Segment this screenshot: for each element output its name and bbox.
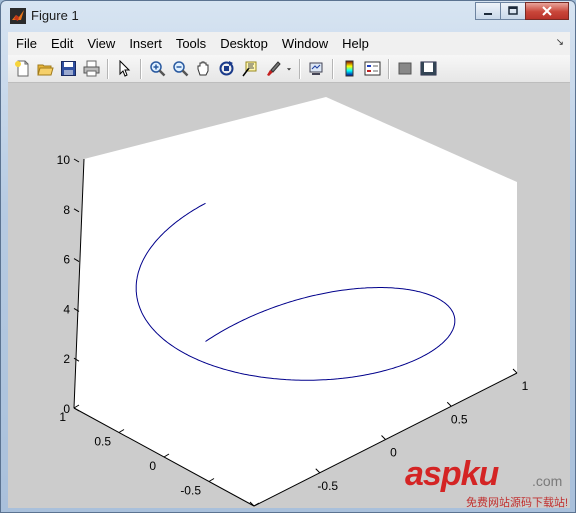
menu-help[interactable]: Help (335, 32, 376, 55)
menu-window[interactable]: Window (275, 32, 335, 55)
figure-window: Figure 1 File Edit View Insert Tools Des… (0, 0, 576, 513)
zoom-in-button[interactable] (146, 58, 168, 80)
x-tick-label: 0.5 (451, 412, 468, 426)
menu-file[interactable]: File (8, 32, 44, 55)
legend-button[interactable] (361, 58, 383, 80)
menu-edit[interactable]: Edit (44, 32, 80, 55)
figure-client-area: File Edit View Insert Tools Desktop Wind… (8, 32, 570, 508)
toolbar-separator (107, 58, 109, 79)
toolbar-separator (332, 58, 334, 79)
x-tick-label: -0.5 (317, 479, 338, 493)
hide-plot-tools-button[interactable] (394, 58, 416, 80)
rotate-3d-icon (219, 61, 233, 76)
edit-plot-icon (119, 60, 130, 77)
watermark-domain: .com (532, 473, 563, 489)
menu-view[interactable]: View (80, 32, 122, 55)
z-tick-label: 2 (63, 352, 70, 366)
minimize-button[interactable] (475, 2, 501, 20)
menu-tools[interactable]: Tools (169, 32, 213, 55)
link-plot-button[interactable] (305, 58, 327, 80)
show-plot-tools-button[interactable] (417, 58, 439, 80)
menu-bar: File Edit View Insert Tools Desktop Wind… (8, 32, 570, 56)
zoom-out-button[interactable] (169, 58, 191, 80)
open-file-icon (36, 64, 54, 76)
maximize-button[interactable] (500, 2, 526, 20)
toolbar-separator (299, 58, 301, 79)
y-tick-label: 0.5 (94, 435, 111, 449)
zoom-in-icon (149, 61, 165, 77)
data-cursor-icon (241, 61, 256, 77)
show-plot-tools-icon (420, 61, 436, 76)
new-figure-button[interactable] (11, 58, 33, 80)
pan-icon (197, 61, 208, 76)
menu-desktop[interactable]: Desktop (213, 32, 275, 55)
colorbar-icon (345, 60, 353, 77)
legend-icon (364, 61, 380, 76)
toolbar-separator (388, 58, 390, 79)
hide-plot-tools-icon (398, 62, 411, 75)
toolbar-separator (140, 58, 142, 79)
zoom-out-icon (172, 61, 188, 77)
link-plot-icon (309, 62, 322, 75)
maximize-icon (508, 6, 518, 15)
watermark-logo: aspku (405, 455, 499, 493)
edit-plot-button[interactable] (113, 58, 135, 80)
brush-dropdown-icon (286, 68, 292, 71)
brush-icon (266, 61, 281, 76)
print-figure-button[interactable] (80, 58, 102, 80)
x-tick-label: 0 (390, 446, 397, 460)
matlab-icon (10, 8, 26, 24)
window-title: Figure 1 (31, 8, 79, 23)
new-figure-icon (14, 60, 28, 77)
figure-toolbar (8, 55, 570, 83)
dock-arrow-icon[interactable]: ↘ (556, 37, 564, 48)
rotate-3d-button[interactable] (215, 58, 237, 80)
save-figure-icon (60, 61, 76, 76)
colorbar-button[interactable] (338, 58, 360, 80)
z-tick-label: 6 (63, 253, 70, 267)
z-tick-label: 8 (63, 203, 70, 217)
z-tick-label: 4 (63, 302, 70, 316)
open-file-button[interactable] (34, 58, 56, 80)
z-tick-mark (73, 258, 80, 263)
pan-button[interactable] (192, 58, 214, 80)
window-controls (475, 2, 569, 20)
minimize-icon (484, 13, 492, 15)
brush-dropdown-button[interactable] (284, 58, 294, 80)
z-tick-label: 10 (57, 153, 71, 167)
z-tick-mark (73, 208, 80, 213)
data-cursor-button[interactable] (238, 58, 260, 80)
brush-button[interactable] (261, 58, 283, 80)
y-tick-label: -0.5 (180, 484, 201, 498)
close-icon (542, 6, 552, 16)
save-figure-button[interactable] (57, 58, 79, 80)
z-tick-label: 0 (63, 402, 70, 416)
print-figure-icon (83, 60, 99, 77)
x-tick-label: 1 (522, 379, 529, 393)
z-tick-mark (73, 158, 80, 163)
watermark-tagline: 免费网站源码下载站! (466, 497, 569, 509)
title-bar[interactable]: Figure 1 (1, 1, 575, 31)
y-tick-label: 0 (149, 459, 156, 473)
close-button[interactable] (525, 2, 569, 20)
menu-insert[interactable]: Insert (122, 32, 169, 55)
axes-3d[interactable]: -1-0.500.51-1-0.500.510246810 (8, 84, 570, 508)
